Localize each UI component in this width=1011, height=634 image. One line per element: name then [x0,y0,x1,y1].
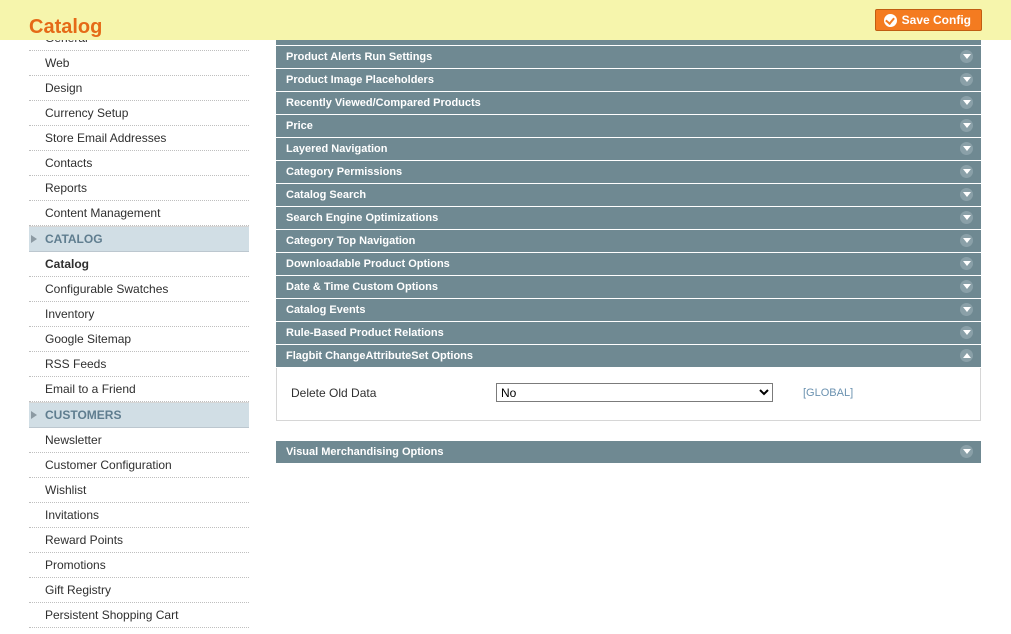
accordion-category-top-navigation[interactable]: Category Top Navigation [276,230,981,252]
chevron-down-icon [960,257,973,270]
accordion-recently-viewed-compared-products[interactable]: Recently Viewed/Compared Products [276,92,981,114]
accordion-label: Layered Navigation [286,143,387,155]
chevron-down-icon [960,211,973,224]
triangle-icon [31,235,37,243]
accordion-label: Recently Viewed/Compared Products [286,97,481,109]
sidebar-item-promotions[interactable]: Promotions [29,553,249,578]
accordion-label: Visual Merchandising Options [286,446,444,458]
chevron-down-icon [960,326,973,339]
chevron-down-icon [960,119,973,132]
sidebar-item-google-sitemap[interactable]: Google Sitemap [29,327,249,352]
accordion-label: Price [286,120,313,132]
accordion-label: Product Alerts Run Settings [286,51,432,63]
accordion-downloadable-product-options[interactable]: Downloadable Product Options [276,253,981,275]
sidebar-item-reward-points[interactable]: Reward Points [29,528,249,553]
sidebar-item-contacts[interactable]: Contacts [29,151,249,176]
chevron-down-icon [960,188,973,201]
chevron-down-icon [960,142,973,155]
sidebar-item-wishlist[interactable]: Wishlist [29,478,249,503]
sidebar-item-currency-setup[interactable]: Currency Setup [29,101,249,126]
sidebar-item-rss-feeds[interactable]: RSS Feeds [29,352,249,377]
accordion-label: Catalog Events [286,304,365,316]
accordion-catalog-search[interactable]: Catalog Search [276,184,981,206]
main-content: Product ImageProduct AlertsProduct Alert… [276,0,981,464]
select-delete-old-data[interactable]: No [496,383,773,402]
accordion-label: Category Permissions [286,166,402,178]
chevron-down-icon [960,73,973,86]
chevron-down-icon [960,349,973,362]
accordion-body-flagbit-changeattributeset-options: Delete Old DataNo [GLOBAL] [276,368,981,421]
accordion-visual-merchandising-options[interactable]: Visual Merchandising Options [276,441,981,463]
accordion-price[interactable]: Price [276,115,981,137]
accordion-rule-based-product-relations[interactable]: Rule-Based Product Relations [276,322,981,344]
accordion-label: Flagbit ChangeAttributeSet Options [286,350,473,362]
accordion-label: Date & Time Custom Options [286,281,438,293]
accordion-date-time-custom-options[interactable]: Date & Time Custom Options [276,276,981,298]
save-config-button[interactable]: Save Config [875,9,982,31]
chevron-down-icon [960,50,973,63]
sidebar-item-web[interactable]: Web [29,51,249,76]
accordion-category-permissions[interactable]: Category Permissions [276,161,981,183]
sidebar-item-catalog[interactable]: Catalog [29,252,249,277]
accordion-product-image-placeholders[interactable]: Product Image Placeholders [276,69,981,91]
sidebar-item-invitations[interactable]: Invitations [29,503,249,528]
sidebar-item-newsletter[interactable]: Newsletter [29,428,249,453]
sidebar-item-email-to-a-friend[interactable]: Email to a Friend [29,377,249,402]
sidebar-section-catalog[interactable]: CATALOG [29,226,249,252]
sidebar-section-label: CATALOG [45,232,103,246]
form-label-delete-old-data: Delete Old Data [287,386,496,400]
sidebar-item-configurable-swatches[interactable]: Configurable Swatches [29,277,249,302]
accordion-label: Search Engine Optimizations [286,212,438,224]
accordion-label: Downloadable Product Options [286,258,450,270]
sidebar-item-persistent-shopping-cart[interactable]: Persistent Shopping Cart [29,603,249,628]
chevron-down-icon [960,303,973,316]
scope-label: [GLOBAL] [803,387,853,399]
accordion-catalog-events[interactable]: Catalog Events [276,299,981,321]
triangle-icon [31,411,37,419]
accordion-label: Catalog Search [286,189,366,201]
chevron-down-icon [960,445,973,458]
sidebar-section-label: CUSTOMERS [45,408,121,422]
form-row-delete-old-data: Delete Old DataNo [GLOBAL] [287,383,970,402]
accordion-label: Category Top Navigation [286,235,415,247]
chevron-down-icon [960,96,973,109]
chevron-down-icon [960,234,973,247]
sidebar-item-reports[interactable]: Reports [29,176,249,201]
accordion-flagbit-changeattributeset-options[interactable]: Flagbit ChangeAttributeSet Options [276,345,981,367]
sidebar: GENERALGeneralWebDesignCurrency SetupSto… [29,0,249,628]
save-config-label: Save Config [902,13,971,27]
sidebar-item-design[interactable]: Design [29,76,249,101]
sidebar-item-store-email-addresses[interactable]: Store Email Addresses [29,126,249,151]
page-title: Catalog [29,16,102,39]
chevron-down-icon [960,165,973,178]
accordion-search-engine-optimizations[interactable]: Search Engine Optimizations [276,207,981,229]
header-band [0,0,1011,40]
accordion-label: Rule-Based Product Relations [286,327,444,339]
chevron-down-icon [960,280,973,293]
sidebar-item-customer-configuration[interactable]: Customer Configuration [29,453,249,478]
check-icon [884,14,897,27]
sidebar-section-customers[interactable]: CUSTOMERS [29,402,249,428]
sidebar-item-gift-registry[interactable]: Gift Registry [29,578,249,603]
sidebar-item-content-management[interactable]: Content Management [29,201,249,226]
sidebar-item-inventory[interactable]: Inventory [29,302,249,327]
accordion-label: Product Image Placeholders [286,74,434,86]
accordion-product-alerts-run-settings[interactable]: Product Alerts Run Settings [276,46,981,68]
accordion-layered-navigation[interactable]: Layered Navigation [276,138,981,160]
